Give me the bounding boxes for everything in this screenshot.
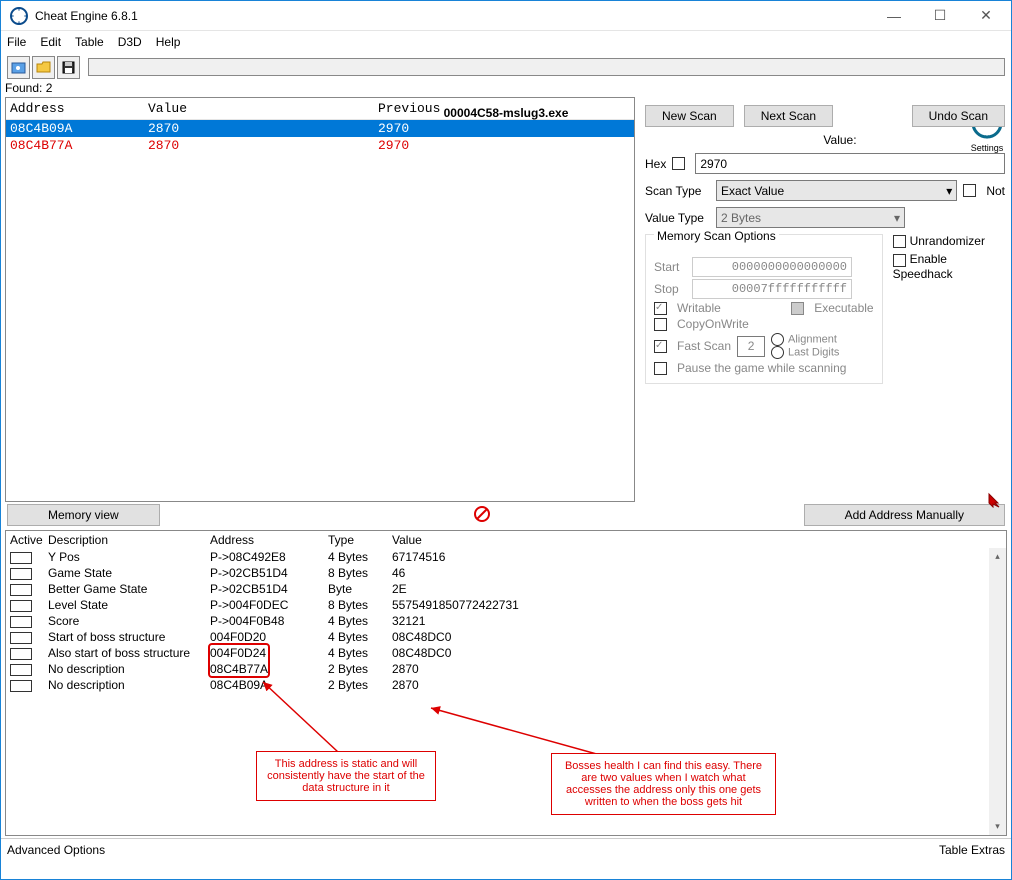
maximize-button[interactable]: ☐ <box>917 1 963 31</box>
hex-label: Hex <box>645 157 666 171</box>
memory-view-button[interactable]: Memory view <box>7 504 160 526</box>
next-scan-button[interactable]: Next Scan <box>744 105 833 127</box>
active-checkbox[interactable] <box>10 568 32 580</box>
list-scrollbar[interactable]: ▴ ▾ <box>989 548 1006 835</box>
menu-d3d[interactable]: D3D <box>118 35 142 49</box>
mem-start-input[interactable]: 0000000000000000 <box>692 257 852 277</box>
active-checkbox[interactable] <box>10 552 32 564</box>
value-type-label: Value Type <box>645 211 710 225</box>
table-row[interactable]: Also start of boss structure004F0D244 By… <box>6 645 1006 661</box>
active-checkbox[interactable] <box>10 648 32 660</box>
scan-type-label: Scan Type <box>645 184 710 198</box>
active-checkbox[interactable] <box>10 632 32 644</box>
mem-stop-input[interactable]: 00007fffffffffff <box>692 279 852 299</box>
scan-results[interactable]: Address Value Previous 08C4B09A287029700… <box>5 97 635 502</box>
active-checkbox[interactable] <box>10 584 32 596</box>
table-row[interactable]: Better Game StateP->02CB51D4Byte2E <box>6 581 1006 597</box>
not-label: Not <box>986 184 1005 198</box>
result-row[interactable]: 08C4B77A28702970 <box>6 137 634 154</box>
active-checkbox[interactable] <box>10 664 32 676</box>
active-checkbox[interactable] <box>10 616 32 628</box>
value-label: Value: <box>823 133 856 147</box>
window-title: Cheat Engine 6.8.1 <box>35 9 871 23</box>
hex-checkbox[interactable] <box>672 157 685 170</box>
scan-value-input[interactable] <box>695 153 1005 174</box>
pause-check[interactable] <box>654 362 667 375</box>
table-row[interactable]: Y PosP->08C492E84 Bytes67174516 <box>6 549 1006 565</box>
close-button[interactable]: ✕ <box>963 1 1009 31</box>
annotation-callout-left: This address is static and will consiste… <box>256 751 436 801</box>
writable-check[interactable] <box>654 302 667 315</box>
fastscan-check[interactable] <box>654 340 667 353</box>
menu-file[interactable]: File <box>7 35 26 49</box>
app-icon <box>9 6 29 26</box>
active-checkbox[interactable] <box>10 680 32 692</box>
menu-table[interactable]: Table <box>75 35 104 49</box>
cow-check[interactable] <box>654 318 667 331</box>
process-name: 00004C58-mslug3.exe <box>444 106 569 120</box>
col-address[interactable]: Address <box>10 101 148 116</box>
menu-help[interactable]: Help <box>156 35 181 49</box>
result-row[interactable]: 08C4B09A28702970 <box>6 120 634 137</box>
scan-type-select[interactable]: Exact Value▾ <box>716 180 957 201</box>
annotation-callout-right: Bosses health I can find this easy. Ther… <box>551 753 776 815</box>
scan-progress <box>88 58 1005 76</box>
save-button[interactable] <box>57 56 80 79</box>
found-count: Found: 2 <box>1 81 1011 95</box>
undo-scan-button[interactable]: Undo Scan <box>912 105 1005 127</box>
lastdigits-radio[interactable] <box>771 346 784 359</box>
col-previous[interactable]: Previous <box>378 101 440 116</box>
table-row[interactable]: ScoreP->004F0B484 Bytes32121 <box>6 613 1006 629</box>
fastscan-value[interactable] <box>737 336 765 357</box>
open-process-button[interactable] <box>7 56 30 79</box>
menu-edit[interactable]: Edit <box>40 35 61 49</box>
speedhack-check[interactable] <box>893 254 906 267</box>
table-row[interactable]: Start of boss structure004F0D204 Bytes08… <box>6 629 1006 645</box>
value-type-select[interactable]: 2 Bytes▾ <box>716 207 905 228</box>
table-row[interactable]: Level StateP->004F0DEC8 Bytes55754918507… <box>6 597 1006 613</box>
table-row[interactable]: Game StateP->02CB51D48 Bytes46 <box>6 565 1006 581</box>
open-file-button[interactable] <box>32 56 55 79</box>
add-to-list-icon[interactable] <box>986 492 1002 508</box>
annotation-highlight <box>208 643 270 678</box>
add-address-manually-button[interactable]: Add Address Manually <box>804 504 1005 526</box>
annotation-arrow-left <box>258 677 348 757</box>
not-checkbox[interactable] <box>963 184 976 197</box>
minimize-button[interactable]: — <box>871 1 917 31</box>
alignment-radio[interactable] <box>771 333 784 346</box>
delete-icon[interactable] <box>473 505 491 523</box>
table-row[interactable]: No description08C4B77A2 Bytes2870 <box>6 661 1006 677</box>
active-checkbox[interactable] <box>10 600 32 612</box>
unrandomizer-check[interactable] <box>893 235 906 248</box>
advanced-options[interactable]: Advanced Options <box>7 843 105 857</box>
executable-check[interactable] <box>791 302 804 315</box>
col-value[interactable]: Value <box>148 101 378 116</box>
new-scan-button[interactable]: New Scan <box>645 105 734 127</box>
address-list[interactable]: Active Description Address Type Value Y … <box>6 531 1006 693</box>
mem-opts-title: Memory Scan Options <box>654 229 779 243</box>
table-row[interactable]: No description08C4B09A2 Bytes2870 <box>6 677 1006 693</box>
table-extras[interactable]: Table Extras <box>939 843 1005 857</box>
menu-bar: File Edit Table D3D Help <box>1 31 1011 53</box>
